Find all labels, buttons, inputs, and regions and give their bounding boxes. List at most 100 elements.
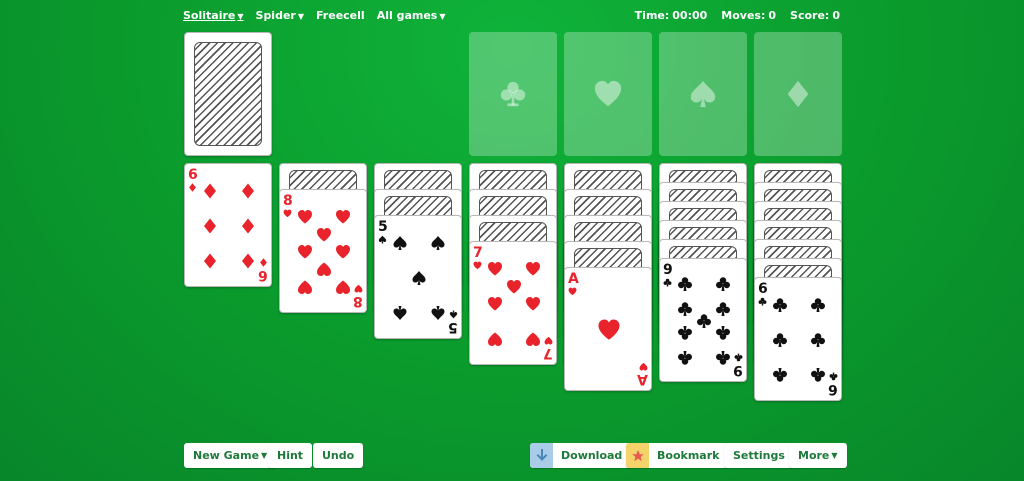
club-pip-icon [811,298,826,313]
heart-icon [544,336,553,345]
moves-stat: Moves: 0 [721,9,776,22]
heart-pip-icon [317,262,331,277]
tableau-card-6-club[interactable]: 66 [754,277,842,401]
card-rank: 5 [378,219,388,235]
download-button[interactable]: Download [530,443,632,468]
settings-button[interactable]: Settings [724,443,794,468]
club-icon [829,372,838,381]
tableau-card-7-heart[interactable]: 77 [469,241,557,365]
spade-icon [690,80,716,108]
more-button[interactable]: More ▼ [789,443,847,468]
chevron-down-icon: ▼ [297,12,304,21]
time-stat: Time: 00:00 [635,9,708,22]
undo-button[interactable]: Undo [313,443,364,468]
diamond-pip-icon [203,218,216,234]
diamond-icon [260,258,267,267]
club-icon [663,278,672,287]
diamond-icon [189,183,196,192]
heart-pip-icon [317,227,331,242]
card-rank: 9 [663,262,673,278]
card-rank: 7 [473,245,483,261]
heart-pip-icon [526,332,541,346]
heart-pip-icon [507,279,521,294]
moves-label: Moves: [721,9,766,22]
star-icon [626,443,649,468]
club-pip-icon [811,367,826,382]
diamond-pip-icon [203,183,216,199]
diamond-pip-icon [242,253,255,269]
card-back-pattern [194,42,262,146]
club-pip-icon [772,367,787,382]
undo-label: Undo [322,449,355,462]
tableau-card-6-diamond[interactable]: 66 [184,163,272,287]
club-pip-icon [677,351,692,365]
nav-solitaire[interactable]: Solitaire ▼ [183,9,244,22]
foundation-hearts[interactable] [564,32,652,156]
tableau-card-8-heart[interactable]: 88 [279,189,367,313]
club-pip-icon [811,333,826,347]
heart-icon [594,80,622,107]
card-rank: 6 [188,167,198,183]
heart-icon [639,362,648,371]
nav-solitaire-label: Solitaire [183,9,236,22]
heart-pip-icon [526,262,541,276]
card-rank: 8 [353,293,363,309]
more-label: More [798,449,830,462]
bookmark-label: Bookmark [657,449,720,462]
club-pip-icon [697,314,711,328]
tableau-card-A-heart[interactable]: AA [564,267,652,391]
heart-pip-icon [487,262,502,276]
club-icon [758,297,767,306]
new-game-label: New Game [193,449,260,462]
nav-freecell-label: Freecell [316,9,365,22]
card-rank: 6 [758,281,768,297]
card-rank: A [637,371,648,387]
nav-spider-label: Spider [255,9,296,22]
tableau-card-5-spade[interactable]: 55 [374,215,462,339]
spade-icon [378,235,387,244]
nav-freecell[interactable]: Freecell [316,9,365,22]
card-rank: 6 [828,381,838,397]
heart-pip-icon [598,319,620,340]
heart-icon [568,287,577,296]
card-rank: 6 [258,267,268,283]
settings-label: Settings [733,449,785,462]
stock-pile[interactable] [184,32,272,156]
heart-pip-icon [487,297,502,311]
time-value: 00:00 [672,9,708,22]
club-pip-icon [772,298,787,313]
score-label: Score: [790,9,830,22]
heart-pip-icon [336,245,351,259]
spade-icon [449,310,458,319]
foundation-diamonds[interactable] [754,32,842,156]
heart-icon [283,209,292,218]
heart-pip-icon [336,280,351,294]
heart-pip-icon [297,210,312,224]
download-label: Download [561,449,623,462]
club-pip-icon [716,277,731,291]
diamond-pip-icon [242,218,255,234]
nav-all-games[interactable]: All games ▼ [377,9,446,22]
moves-value: 0 [768,9,777,22]
spade-pip-icon [393,305,407,320]
tableau-card-9-club[interactable]: 99 [659,258,747,382]
new-game-button[interactable]: New Game ▼ [184,443,277,468]
score-stat: Score: 0 [790,9,840,22]
card-rank: 7 [543,345,553,361]
heart-pip-icon [526,297,541,311]
hint-button[interactable]: Hint [268,443,313,468]
foundation-spades[interactable] [659,32,747,156]
foundation-clubs[interactable] [469,32,557,156]
diamond-pip-icon [203,253,216,269]
spade-pip-icon [393,236,407,251]
spade-pip-icon [431,236,445,251]
heart-pip-icon [487,332,502,346]
nav-spider[interactable]: Spider ▼ [256,9,304,22]
club-pip-icon [716,301,731,316]
chevron-down-icon: ▼ [831,451,838,460]
club-pip-icon [772,333,787,347]
heart-pip-icon [336,210,351,224]
time-label: Time: [634,9,670,22]
bookmark-button[interactable]: Bookmark [626,443,729,468]
score-value: 0 [832,9,840,22]
